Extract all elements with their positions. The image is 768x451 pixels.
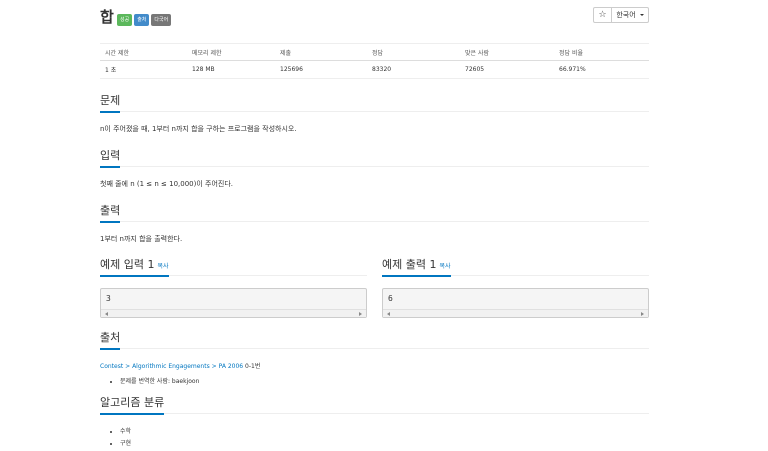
sample-output-box[interactable]: 6	[382, 288, 649, 318]
problem-title: 합	[100, 8, 114, 26]
list-item[interactable]: 수학	[120, 426, 649, 435]
section-output: 출력 1부터 n까지 합을 출력한다.	[100, 202, 649, 244]
cell-solved-users[interactable]: 72605	[460, 60, 554, 79]
sample-input: 예제 입력 1 복사 3	[100, 256, 367, 320]
source-breadcrumb: Contest > Algorithmic Engagements > PA 2…	[100, 363, 261, 370]
tag-list: 수학 구현	[100, 426, 649, 447]
sample-output: 예제 출력 1 복사 6	[382, 256, 649, 320]
horizontal-scrollbar[interactable]	[101, 309, 366, 317]
section-tags: 알고리즘 분류 수학 구현	[100, 394, 649, 450]
star-icon: ☆	[598, 10, 607, 20]
header-solved-users: 맞은 사람	[460, 43, 554, 61]
problem-info-table: 시간 제한 메모리 제한 제출 정답 맞은 사람 정답 비율 1 초 128 M…	[100, 43, 649, 79]
header-ratio: 정답 비율	[554, 43, 649, 61]
copy-button[interactable]: 복사	[439, 263, 450, 270]
header-submissions: 제출	[275, 43, 367, 61]
label-multilang[interactable]: 다국어	[151, 14, 172, 26]
header-time-limit: 시간 제한	[100, 43, 187, 61]
output-text: 1부터 n까지 합을 출력한다.	[100, 235, 183, 243]
cell-accepted[interactable]: 83320	[367, 60, 460, 79]
problem-labels: 성공 출처 다국어	[117, 14, 172, 26]
scroll-right-icon[interactable]	[359, 312, 362, 316]
list-item: 문제를 번역한 사람: baekjoon	[120, 376, 649, 385]
section-title: 출처	[100, 329, 121, 350]
section-description: 문제 n이 주어졌을 때, 1부터 n까지 합을 구하는 프로그램을 작성하시오…	[100, 92, 649, 134]
cell-ratio: 66.971%	[554, 60, 649, 79]
cell-time-limit: 1 초	[100, 60, 187, 79]
section-title: 출력	[100, 202, 121, 223]
header-accepted: 정답	[367, 43, 460, 61]
cell-submissions[interactable]: 125696	[275, 60, 367, 79]
sample-output-title: 예제 출력 1 복사	[382, 256, 451, 277]
scroll-right-icon[interactable]	[641, 312, 644, 316]
sample-input-value: 3	[106, 294, 111, 303]
description-text: n이 주어졌을 때, 1부터 n까지 합을 구하는 프로그램을 작성하시오.	[100, 125, 297, 133]
scroll-left-icon[interactable]	[387, 312, 390, 316]
cell-memory-limit: 128 MB	[187, 60, 275, 79]
sample-output-value: 6	[388, 294, 393, 303]
input-text: 첫째 줄에 n (1 ≤ n ≤ 10,000)이 주어진다.	[100, 180, 233, 188]
section-input: 입력 첫째 줄에 n (1 ≤ n ≤ 10,000)이 주어진다.	[100, 147, 649, 189]
source-suffix: 0-1번	[245, 363, 261, 370]
copy-button[interactable]: 복사	[157, 263, 168, 270]
section-title: 입력	[100, 147, 121, 168]
label-source[interactable]: 출처	[134, 14, 150, 26]
header-memory-limit: 메모리 제한	[187, 43, 275, 61]
table-row: 1 초 128 MB 125696 83320 72605 66.971%	[100, 60, 649, 79]
source-link-pa2006[interactable]: PA 2006	[219, 363, 244, 370]
label-success[interactable]: 성공	[117, 14, 133, 26]
source-list: 문제를 번역한 사람: baekjoon	[100, 376, 649, 385]
language-dropdown[interactable]: 한국어	[612, 7, 649, 23]
language-label: 한국어	[616, 11, 636, 19]
section-title: 문제	[100, 92, 121, 113]
section-source: 출처 Contest > Algorithmic Engagements > P…	[100, 329, 649, 388]
source-link-contest[interactable]: Contest	[100, 363, 123, 370]
section-title: 알고리즘 분류	[100, 394, 165, 415]
caret-down-icon	[639, 14, 644, 16]
list-item[interactable]: 구현	[120, 438, 649, 447]
source-link-engagements[interactable]: Algorithmic Engagements	[132, 363, 210, 370]
scroll-left-icon[interactable]	[105, 312, 108, 316]
table-header-row: 시간 제한 메모리 제한 제출 정답 맞은 사람 정답 비율	[100, 43, 649, 61]
horizontal-scrollbar[interactable]	[383, 309, 648, 317]
toolbar: ☆ 한국어	[593, 7, 649, 23]
star-button[interactable]: ☆	[593, 7, 612, 23]
sample-input-box[interactable]: 3	[100, 288, 367, 318]
title-row: 합 성공 출처 다국어 ☆ 한국어	[100, 6, 649, 30]
sample-input-title: 예제 입력 1 복사	[100, 256, 169, 277]
